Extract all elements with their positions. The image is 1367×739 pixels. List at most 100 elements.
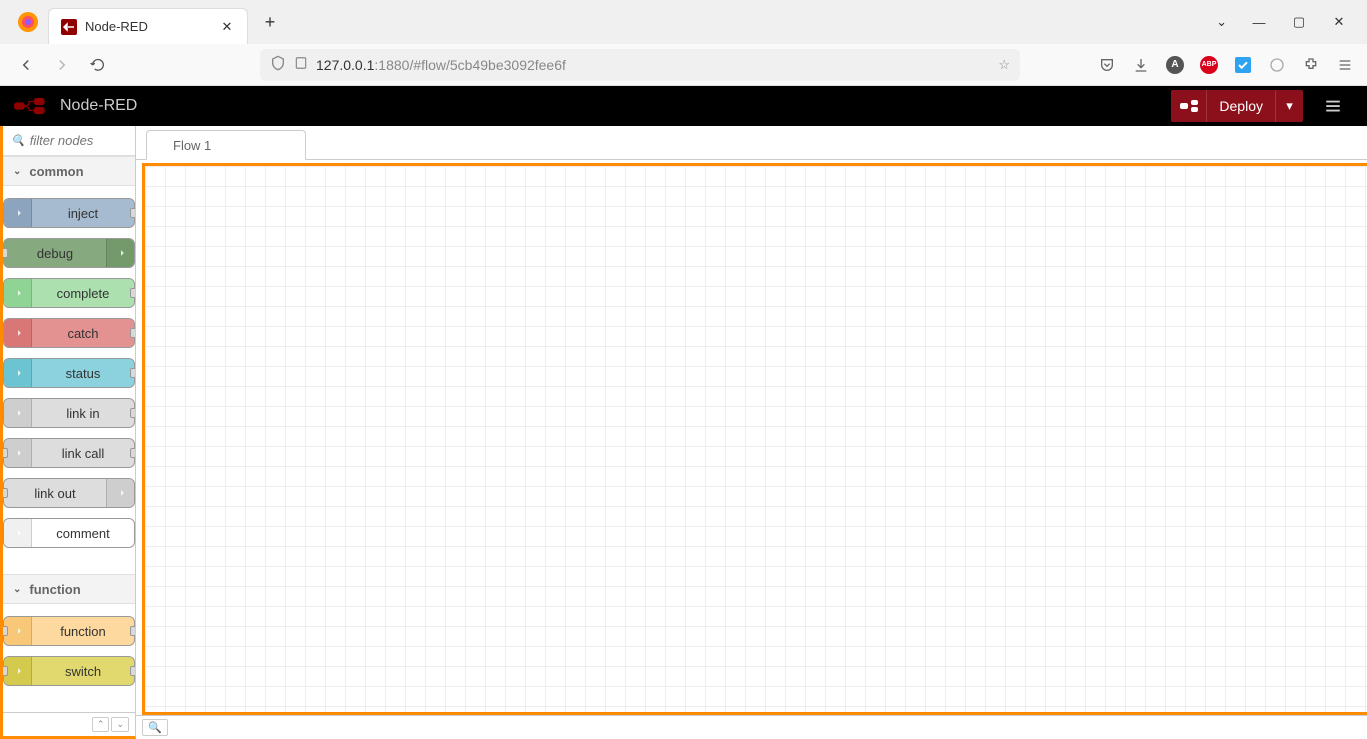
node-input-port[interactable] (3, 448, 8, 458)
node-label: link call (32, 446, 134, 461)
palette-list: ⌄common inject debug complete catch status lin… (3, 156, 135, 712)
palette-node-link-out[interactable]: link out (3, 478, 135, 508)
canvas-viewport[interactable] (142, 163, 1367, 715)
node-icon (4, 617, 32, 645)
node-icon (4, 519, 32, 547)
node-label: link in (32, 406, 134, 421)
node-input-port[interactable] (3, 248, 8, 258)
download-icon[interactable] (1131, 55, 1151, 75)
node-icon (4, 399, 32, 427)
tab-title: Node-RED (85, 19, 219, 34)
close-window-button[interactable]: ✕ (1331, 14, 1347, 30)
flow-tabs: Flow 1 + ▾ (136, 126, 1367, 160)
pocket-icon[interactable] (1097, 55, 1117, 75)
nodered-header: Node-RED Deploy ▾ (0, 86, 1367, 126)
deploy-caret-icon[interactable]: ▾ (1275, 90, 1303, 122)
palette-node-switch[interactable]: switch (3, 656, 135, 686)
reload-button[interactable] (84, 51, 112, 79)
search-icon: 🔍 (11, 134, 25, 147)
extension-a-icon[interactable]: A (1165, 55, 1185, 75)
palette-node-link-call[interactable]: link call (3, 438, 135, 468)
node-icon (4, 657, 32, 685)
palette-node-inject[interactable]: inject (3, 198, 135, 228)
node-icon (106, 239, 134, 267)
palette-node-link-in[interactable]: link in (3, 398, 135, 428)
abp-icon[interactable]: ABP (1199, 55, 1219, 75)
node-label: switch (32, 664, 134, 679)
app-menu-icon[interactable] (1335, 55, 1355, 75)
extensions-icon[interactable] (1301, 55, 1321, 75)
node-output-port[interactable] (130, 208, 135, 218)
extension-blue-icon[interactable] (1233, 55, 1253, 75)
maximize-button[interactable]: ▢ (1291, 14, 1307, 30)
expand-all-button[interactable]: ⌄ (111, 717, 129, 732)
palette-node-function[interactable]: function (3, 616, 135, 646)
node-icon (4, 199, 32, 227)
new-tab-button[interactable]: + (256, 8, 284, 36)
browser-titlebar: Node-RED ✕ + ⌄ — ▢ ✕ (0, 0, 1367, 44)
deploy-button[interactable]: Deploy ▾ (1171, 90, 1303, 122)
forward-button[interactable] (48, 51, 76, 79)
node-icon (106, 479, 134, 507)
node-icon (4, 279, 32, 307)
deploy-icon (1171, 90, 1207, 122)
node-output-port[interactable] (130, 368, 135, 378)
palette-node-comment[interactable]: comment (3, 518, 135, 548)
filter-nodes-input[interactable] (30, 133, 127, 148)
collapse-all-button[interactable]: ⌃ (92, 717, 110, 732)
app-title: Node-RED (60, 97, 137, 115)
url-text: 127.0.0.1:1880/#flow/5cb49be3092fee6f (316, 57, 990, 73)
node-output-port[interactable] (130, 666, 135, 676)
palette-category-common[interactable]: ⌄common (3, 156, 135, 186)
chevron-down-icon: ⌄ (13, 166, 21, 177)
node-input-port[interactable] (3, 488, 8, 498)
navigator-button[interactable]: 🔍 (142, 719, 168, 736)
node-label: inject (32, 206, 134, 221)
node-label: catch (32, 326, 134, 341)
node-input-port[interactable] (3, 626, 8, 636)
flow-tab-label: Flow 1 (173, 138, 211, 153)
back-button[interactable] (12, 51, 40, 79)
node-output-port[interactable] (130, 408, 135, 418)
browser-toolbar: 127.0.0.1:1880/#flow/5cb49be3092fee6f ☆ … (0, 44, 1367, 86)
node-label: debug (4, 246, 106, 261)
deploy-label: Deploy (1207, 98, 1275, 114)
favicon-icon (61, 19, 77, 35)
node-output-port[interactable] (130, 328, 135, 338)
node-label: link out (4, 486, 106, 501)
node-output-port[interactable] (130, 626, 135, 636)
browser-tab[interactable]: Node-RED ✕ (48, 8, 248, 44)
flow-tab[interactable]: Flow 1 (146, 130, 306, 160)
page-info-icon[interactable] (294, 56, 308, 73)
node-label: complete (32, 286, 134, 301)
node-output-port[interactable] (130, 288, 135, 298)
extension-circle-icon[interactable] (1267, 55, 1287, 75)
main-menu-button[interactable] (1313, 90, 1353, 122)
node-output-port[interactable] (130, 448, 135, 458)
close-tab-button[interactable]: ✕ (219, 19, 235, 35)
node-label: comment (32, 526, 134, 541)
node-label: function (32, 624, 134, 639)
flow-canvas[interactable] (145, 166, 1367, 715)
workspace-footer: 🔍 ⊡ − ○ + (136, 715, 1367, 739)
chevron-down-icon: ⌄ (13, 584, 21, 595)
firefox-logo-icon (16, 10, 40, 34)
node-label: status (32, 366, 134, 381)
node-icon (4, 319, 32, 347)
node-icon (4, 439, 32, 467)
window-dropdown-icon[interactable]: ⌄ (1216, 14, 1227, 30)
palette-node-catch[interactable]: catch (3, 318, 135, 348)
node-input-port[interactable] (3, 666, 8, 676)
url-bar[interactable]: 127.0.0.1:1880/#flow/5cb49be3092fee6f ☆ (260, 49, 1020, 81)
palette-node-debug[interactable]: debug (3, 238, 135, 268)
shield-icon (270, 55, 286, 74)
workspace: Flow 1 + ▾ 🔍 ⊡ − ○ + (136, 126, 1367, 739)
palette-node-complete[interactable]: complete (3, 278, 135, 308)
nodered-logo-icon (14, 96, 50, 116)
palette-footer: ⌃ ⌄ (3, 712, 135, 736)
minimize-button[interactable]: — (1251, 14, 1267, 30)
palette-category-function[interactable]: ⌄function (3, 574, 135, 604)
palette-node-status[interactable]: status (3, 358, 135, 388)
bookmark-star-icon[interactable]: ☆ (998, 57, 1010, 73)
palette-filter[interactable]: 🔍 (3, 126, 135, 156)
